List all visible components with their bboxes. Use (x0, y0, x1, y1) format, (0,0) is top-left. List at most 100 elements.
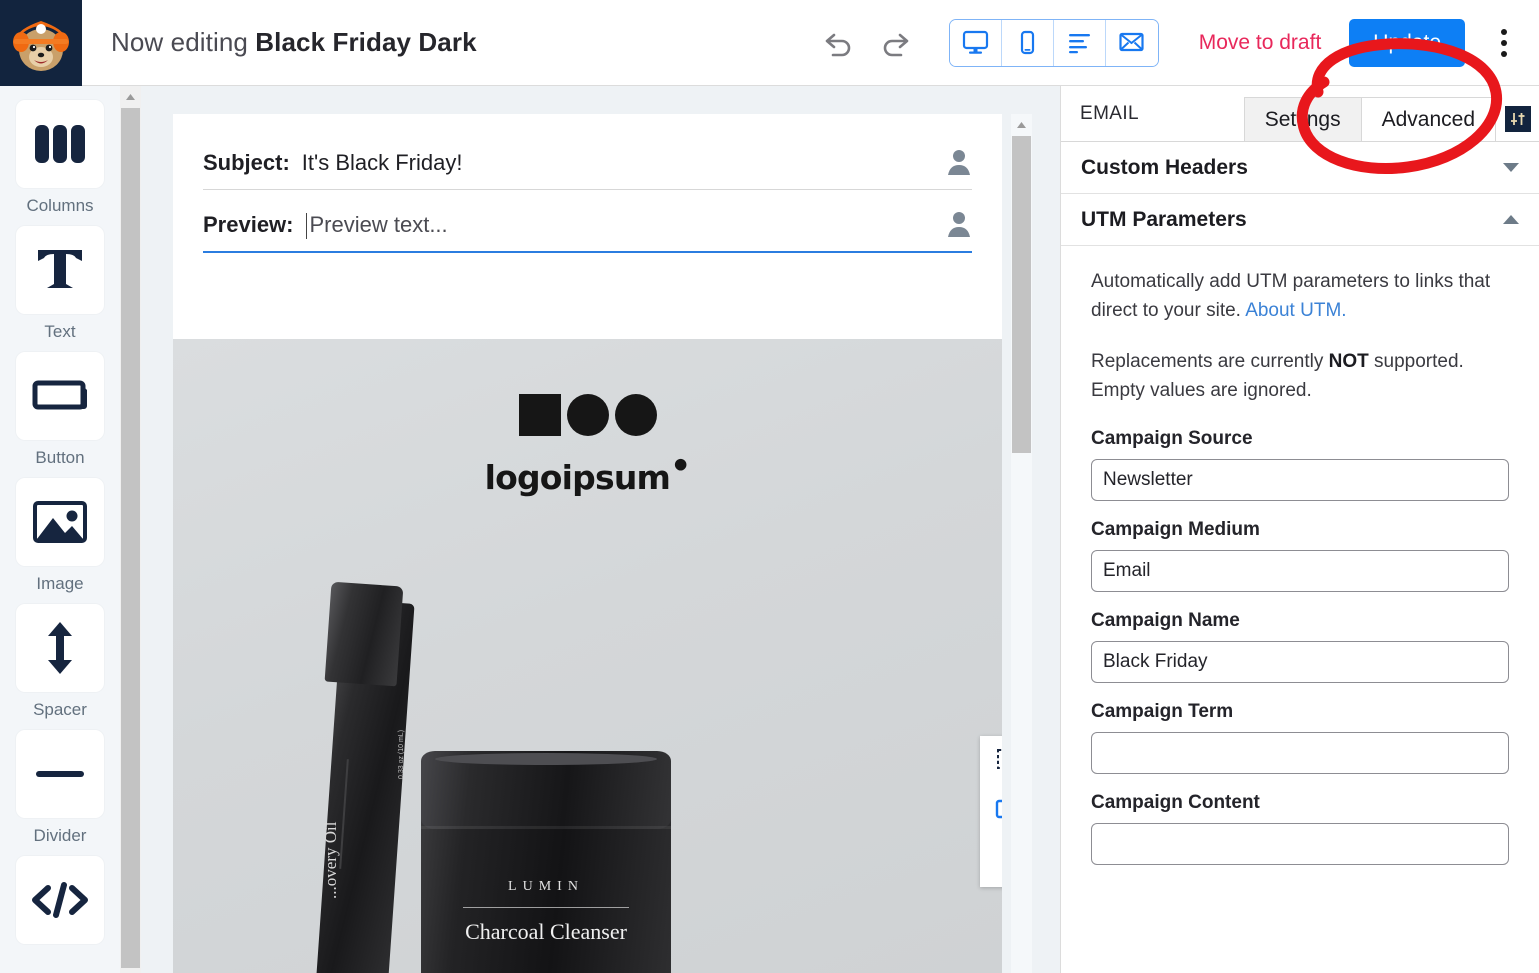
page-title-name: Black Friday Dark (255, 27, 477, 57)
canvas-scrollbar[interactable] (1011, 114, 1032, 973)
utm-description-not: NOT (1328, 350, 1369, 372)
campaign-source-label: Campaign Source (1091, 427, 1253, 449)
sidebar-item-image-card[interactable] (16, 478, 104, 566)
mobile-icon (1020, 30, 1034, 55)
tab-advanced[interactable]: Advanced (1360, 97, 1496, 141)
sidebar-item-button-card[interactable] (16, 352, 104, 440)
preview-personalize-icon[interactable] (946, 210, 972, 238)
sidebar-item-html[interactable] (0, 856, 120, 944)
canvas-scroll-up-button[interactable] (1011, 114, 1032, 136)
chevron-up-icon (1503, 215, 1519, 224)
top-toolbar: Now editing Black Friday Dark Move to dr… (0, 0, 1539, 86)
accordion-utm-parameters[interactable]: UTM Parameters (1061, 194, 1539, 246)
columns-icon (35, 125, 85, 163)
desktop-icon (962, 30, 988, 54)
more-options-button[interactable] (1481, 20, 1527, 66)
sidebar-item-columns-label: Columns (26, 196, 94, 215)
subject-input[interactable]: It's Black Friday! (302, 150, 932, 176)
accordion-custom-headers-title: Custom Headers (1081, 155, 1248, 179)
preview-input[interactable]: Preview text... (305, 212, 933, 239)
sidebar-item-spacer[interactable]: Spacer (0, 604, 120, 730)
email-canvas: Subject: It's Black Friday! Preview: Pre… (141, 86, 1060, 973)
campaign-medium-input[interactable] (1091, 549, 1509, 592)
page-title-prefix: Now editing (111, 27, 256, 57)
mobile-view-button[interactable] (1001, 19, 1054, 66)
chevron-up-icon (1017, 122, 1026, 128)
sidebar-item-button[interactable]: Button (0, 352, 120, 478)
redo-icon (883, 33, 909, 56)
select-tool-button[interactable] (980, 736, 1002, 786)
utm-panel-body: Automatically add UTM parameters to link… (1061, 246, 1539, 883)
undo-button[interactable] (821, 28, 855, 58)
redo-button[interactable] (879, 28, 913, 58)
sidebar-item-columns-card[interactable] (16, 100, 104, 188)
accordion-utm-parameters-title: UTM Parameters (1081, 207, 1247, 231)
product-jar-lid (421, 751, 671, 829)
canvas-scrollbar-thumb[interactable] (1012, 136, 1031, 453)
logoipsum-text: logoipsum (484, 458, 671, 497)
preview-label: Preview: (203, 212, 294, 237)
logo-circle-icon (566, 394, 609, 436)
sidebar-item-image[interactable]: Image (0, 478, 120, 604)
campaign-content-input[interactable] (1091, 822, 1509, 865)
page-title: Now editing Black Friday Dark (111, 27, 477, 58)
html-code-icon (32, 882, 88, 918)
desktop-view-button[interactable] (949, 19, 1002, 66)
properties-panel: EMAIL Settings Advanced Custom Headers U… (1060, 86, 1539, 973)
tab-settings[interactable]: Settings (1243, 97, 1362, 141)
undo-redo-group (821, 28, 913, 58)
hero-floating-toolbar (980, 736, 1002, 887)
sidebar-scrollbar[interactable] (120, 86, 141, 973)
email-hero-image[interactable]: logoipsum• 0.33 oz (10 mL) ...overy Oil … (173, 339, 1002, 973)
product-name-label: Charcoal Cleanser (465, 919, 627, 944)
update-button[interactable]: Update (1349, 18, 1465, 67)
sidebar-item-spacer-card[interactable] (16, 604, 104, 692)
sidebar-item-text-label: Text (44, 322, 76, 341)
panel-settings-button[interactable] (1505, 106, 1531, 132)
sidebar-item-text-card[interactable] (16, 226, 104, 314)
accordion-custom-headers[interactable]: Custom Headers (1061, 142, 1539, 194)
campaign-name-input[interactable] (1091, 640, 1509, 683)
product-jar-seam (421, 826, 671, 829)
subject-personalize-icon[interactable] (946, 148, 972, 176)
campaign-source-input[interactable] (1091, 458, 1509, 501)
text-icon (38, 250, 82, 288)
sidebar-item-divider[interactable]: Divider (0, 730, 120, 856)
about-utm-link[interactable]: About UTM. (1245, 300, 1346, 321)
app-root: Now editing Black Friday Dark Move to dr… (0, 0, 1539, 973)
campaign-medium-label: Campaign Medium (1091, 518, 1260, 540)
envelope-icon (1119, 32, 1144, 52)
plain-text-view-button[interactable] (1053, 19, 1106, 66)
text-lines-icon (1068, 34, 1090, 54)
campaign-term-input[interactable] (1091, 731, 1509, 774)
logoipsum-dot: • (670, 446, 691, 485)
product-tube-size: 0.33 oz (10 mL) (398, 729, 405, 779)
logoipsum-wordmark: logoipsum• (484, 446, 692, 497)
send-test-email-button[interactable] (1105, 19, 1158, 66)
desktop-icon (995, 799, 1002, 819)
product-tube-cap (324, 581, 404, 687)
sliders-icon (1511, 113, 1525, 125)
subject-row[interactable]: Subject: It's Black Friday! (203, 148, 972, 189)
logoipsum-logo: logoipsum• (173, 394, 1002, 497)
view-mode-group (948, 18, 1159, 67)
mobile-preview-button[interactable] (980, 836, 1002, 886)
utm-description-1: Automatically add UTM parameters to link… (1091, 268, 1509, 326)
sidebar-item-spacer-label: Spacer (33, 700, 87, 719)
sidebar-scrollbar-thumb[interactable] (121, 108, 140, 968)
app-logo[interactable] (0, 0, 82, 86)
campaign-name-label: Campaign Name (1091, 609, 1240, 631)
sidebar-item-divider-card[interactable] (16, 730, 104, 818)
sidebar-item-html-card[interactable] (16, 856, 104, 944)
blocks-sidebar: Columns Text Button Image Spacer Divider (0, 86, 120, 973)
kebab-dot (1501, 28, 1507, 35)
move-to-draft-button[interactable]: Move to draft (1199, 31, 1322, 55)
sidebar-item-text[interactable]: Text (0, 226, 120, 352)
product-tube-name: ...overy Oil (321, 821, 340, 899)
preview-row[interactable]: Preview: Preview text... (203, 190, 972, 251)
sidebar-item-columns[interactable]: Columns (0, 100, 120, 226)
sidebar-scroll-up-button[interactable] (120, 86, 141, 108)
spacer-icon (48, 622, 72, 674)
campaign-term-label: Campaign Term (1091, 700, 1234, 722)
desktop-preview-button[interactable] (980, 786, 1002, 836)
